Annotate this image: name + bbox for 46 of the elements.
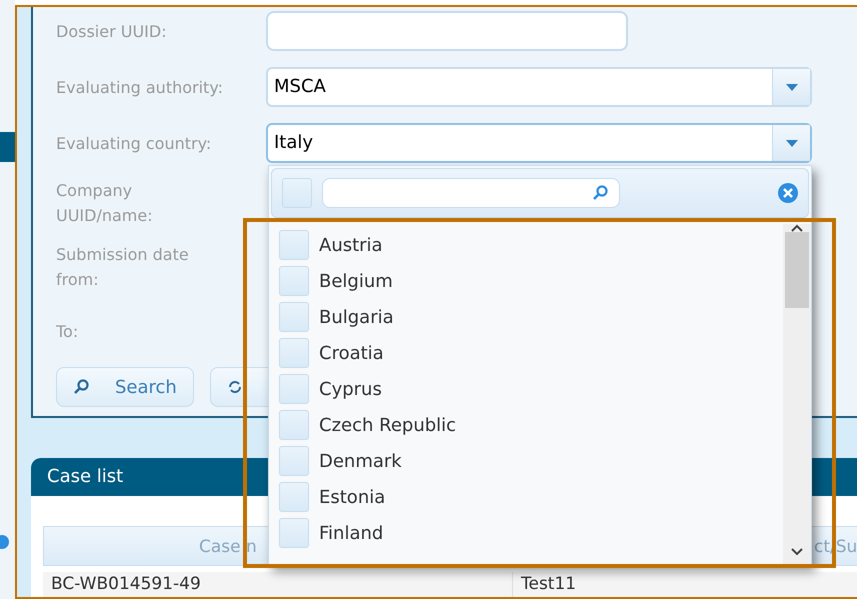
field-label: Company UUID/name: <box>56 180 154 227</box>
table-cell-text: Test11 <box>520 572 578 596</box>
checkbox[interactable] <box>279 338 309 368</box>
filter-field[interactable] <box>322 178 620 208</box>
country-option[interactable]: Bulgaria <box>279 299 783 335</box>
caret-icon <box>786 140 798 146</box>
caret-icon <box>786 84 798 90</box>
checkbox[interactable] <box>279 482 309 512</box>
country-option[interactable]: Belgium <box>279 263 783 299</box>
search-button[interactable]: Search <box>56 367 194 407</box>
chevron-down-icon[interactable] <box>791 548 803 556</box>
select-value: MSCA <box>273 75 327 99</box>
country-option[interactable]: Denmark <box>279 443 783 479</box>
close-icon[interactable] <box>778 183 798 203</box>
select-value: Italy <box>273 131 314 155</box>
country-option[interactable]: Cyprus <box>279 371 783 407</box>
checkbox[interactable] <box>279 302 309 332</box>
checkbox[interactable] <box>279 410 309 440</box>
field-label: Evaluating country: <box>56 132 212 154</box>
select-field[interactable]: MSCA <box>266 67 812 107</box>
checkbox[interactable] <box>282 178 312 208</box>
country-option[interactable]: Austria <box>279 227 783 263</box>
field-label: To: <box>56 320 80 342</box>
text-field[interactable] <box>266 11 628 51</box>
scrollbar[interactable] <box>783 224 811 564</box>
country-option[interactable]: Estonia <box>279 479 783 515</box>
country-option[interactable]: Czech Republic <box>279 407 783 443</box>
checkbox[interactable] <box>279 518 309 548</box>
checkbox[interactable] <box>279 266 309 296</box>
header-bar <box>0 132 15 162</box>
field-label: Dossier UUID: <box>56 20 168 42</box>
field-label: Submission date from: <box>56 244 190 291</box>
checkbox[interactable] <box>279 446 309 476</box>
country-option[interactable]: Croatia <box>279 335 783 371</box>
search-icon <box>73 379 89 395</box>
close-icon[interactable] <box>0 535 10 549</box>
select-field[interactable]: Italy <box>266 123 812 163</box>
table-cell: BC-WB014591-49 <box>43 572 513 597</box>
panel-title: Case list <box>47 465 124 489</box>
refresh-icon <box>226 379 243 395</box>
chevron-up-icon[interactable] <box>791 224 803 232</box>
scroll-thumb[interactable] <box>785 232 809 308</box>
checkbox[interactable] <box>279 374 309 404</box>
field-label: Evaluating authority: <box>56 76 224 98</box>
search-icon <box>591 185 609 201</box>
checkbox[interactable] <box>279 230 309 260</box>
